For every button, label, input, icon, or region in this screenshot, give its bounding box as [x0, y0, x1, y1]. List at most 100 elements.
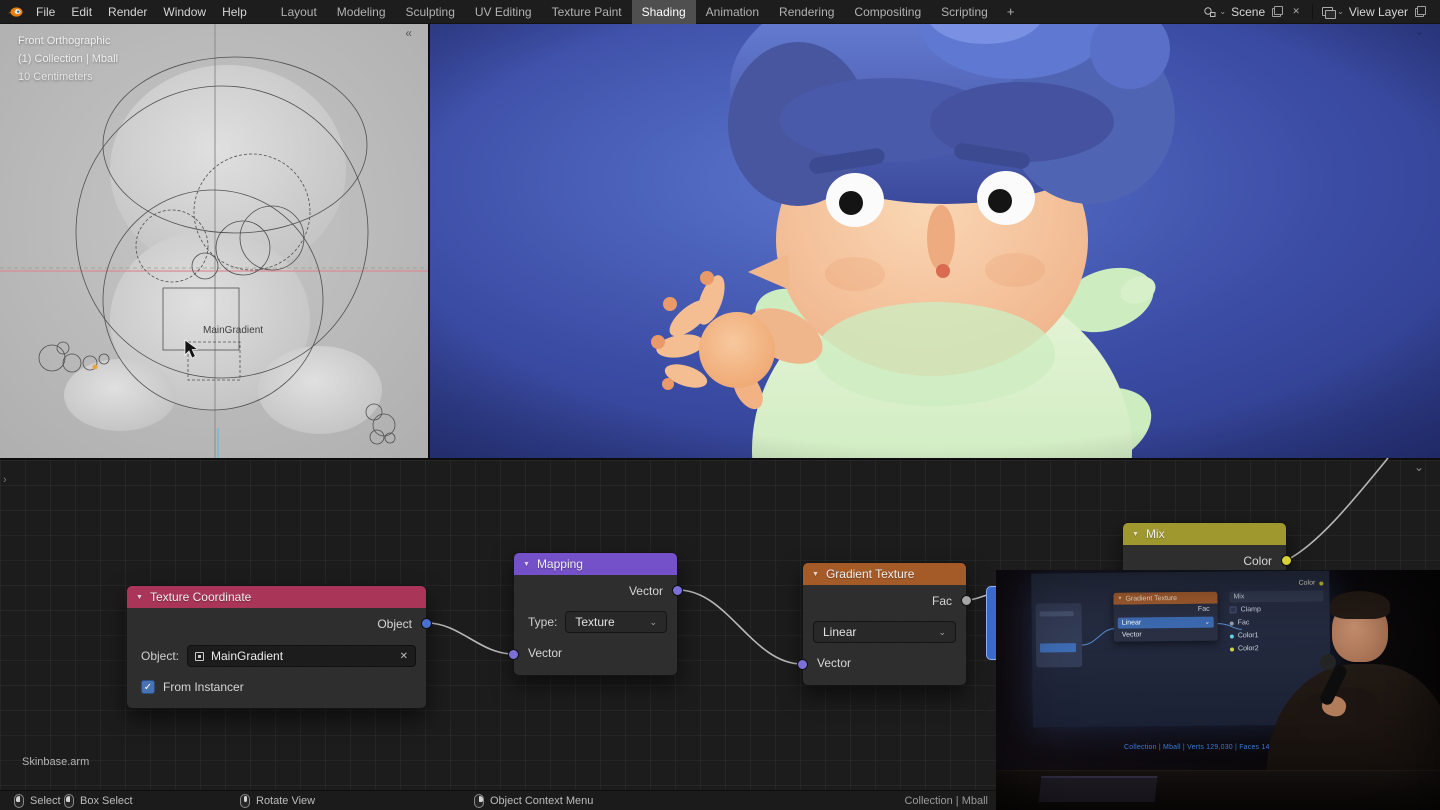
node-header[interactable]: ▼ Mapping — [514, 553, 677, 575]
socket-vector-input[interactable] — [508, 649, 519, 660]
viewport-3d-rendered[interactable]: ⌄ — [430, 24, 1440, 458]
socket-vector-output[interactable] — [672, 585, 683, 596]
wireframe-canvas — [0, 24, 428, 458]
menu-edit[interactable]: Edit — [63, 0, 100, 24]
tab-rendering[interactable]: Rendering — [769, 0, 844, 24]
node-title: Mapping — [537, 557, 583, 571]
status-hint-rotate-view: Rotate View — [240, 791, 315, 810]
status-hint-box-select: Box Select — [64, 791, 133, 810]
socket-color-output[interactable] — [1281, 555, 1292, 566]
object-name-label: MainGradient — [203, 325, 263, 336]
status-active-object: Collection | Mball — [904, 791, 988, 810]
viewport-header-text: Front Orthographic (1) Collection | Mbal… — [18, 32, 118, 86]
chevron-down-icon: ⌄ — [1219, 7, 1226, 16]
output-object-label: Object — [127, 608, 426, 640]
node-header[interactable]: ▼ Mix — [1123, 523, 1286, 545]
menu-render[interactable]: Render — [100, 0, 155, 24]
output-fac-label: Fac — [803, 585, 966, 617]
view-name: Front Orthographic — [18, 32, 118, 50]
socket-vector-input[interactable] — [797, 659, 808, 670]
node-editor-breadcrumb: Skinbase.arm — [22, 756, 89, 768]
scene-selector[interactable]: ⌄ Scene ✕ — [1196, 0, 1310, 24]
collapse-icon[interactable]: ▼ — [136, 594, 143, 601]
view-scale: 10 Centimeters — [18, 68, 118, 86]
status-hint-context-menu: Object Context Menu — [474, 791, 593, 810]
area-divider[interactable] — [428, 24, 430, 458]
scene-icon — [1203, 6, 1216, 18]
clear-object-icon[interactable]: ✕ — [400, 651, 408, 662]
menu-file[interactable]: File — [28, 0, 63, 24]
presenter-hair — [1330, 591, 1390, 619]
view-layer-icon — [1322, 6, 1334, 18]
tab-animation[interactable]: Animation — [696, 0, 769, 24]
chevron-down-icon[interactable]: ⌄ — [1414, 24, 1424, 38]
node-mapping[interactable]: ▼ Mapping Vector Type: Texture ⌄ Vector — [513, 552, 678, 676]
output-vector-label: Vector — [514, 575, 677, 607]
mouse-left-drag-icon — [64, 794, 74, 808]
input-vector-label: Vector — [803, 647, 966, 679]
active-collection: (1) Collection | Mball — [18, 50, 118, 68]
tab-texture-paint[interactable]: Texture Paint — [542, 0, 632, 24]
new-view-layer-button[interactable] — [1413, 5, 1427, 19]
copy-icon — [1272, 6, 1283, 17]
microphone-head — [1320, 654, 1336, 670]
tab-shading[interactable]: Shading — [632, 0, 696, 24]
collapse-icon[interactable]: ▼ — [523, 561, 530, 568]
status-hint-label: Box Select — [80, 795, 133, 807]
tab-uv-editing[interactable]: UV Editing — [465, 0, 542, 24]
socket-object-output[interactable] — [421, 618, 432, 629]
tab-layout[interactable]: Layout — [271, 0, 327, 24]
view-layer-selector[interactable]: ⌄ View Layer — [1315, 0, 1434, 24]
scene-name: Scene — [1231, 5, 1265, 19]
node-title: Texture Coordinate — [150, 590, 251, 604]
collapse-icon[interactable]: ▼ — [812, 571, 819, 578]
mouse-left-icon — [14, 794, 24, 808]
mapping-type-value: Texture — [575, 615, 614, 629]
blender-logo-svg — [7, 5, 23, 19]
object-field-label: Object: — [141, 649, 179, 663]
view-layer-name: View Layer — [1349, 5, 1408, 19]
collapse-icon[interactable]: ▼ — [1132, 531, 1139, 538]
collapse-chevrons-icon[interactable]: « — [405, 26, 412, 40]
menu-help[interactable]: Help — [214, 0, 255, 24]
node-texture-coordinate[interactable]: ▼ Texture Coordinate Object Object: Main… — [126, 585, 427, 709]
copy-icon — [1415, 6, 1426, 17]
check-icon: ✓ — [144, 682, 152, 693]
from-instancer-label: From Instancer — [163, 680, 244, 694]
socket-fac-output[interactable] — [961, 595, 972, 606]
laptop — [1039, 776, 1158, 802]
blender-logo-icon[interactable] — [7, 5, 23, 19]
mouse-right-icon — [474, 794, 484, 808]
viewport-3d-wireframe[interactable]: Front Orthographic (1) Collection | Mbal… — [0, 24, 428, 458]
mapping-type-dropdown[interactable]: Texture ⌄ — [565, 611, 667, 633]
from-instancer-row: ✓ From Instancer — [127, 672, 426, 702]
add-workspace-button[interactable]: + — [998, 0, 1024, 24]
interpolation-value: Linear — [823, 625, 856, 639]
interpolation-row: Linear ⌄ — [803, 617, 966, 647]
node-gradient-texture[interactable]: ▼ Gradient Texture Fac Linear ⌄ Vector — [802, 562, 967, 686]
blender-window: File Edit Render Window Help Layout Mode… — [0, 0, 1440, 810]
node-title: Gradient Texture — [826, 567, 915, 581]
top-bar: File Edit Render Window Help Layout Mode… — [0, 0, 1440, 24]
new-scene-button[interactable] — [1270, 5, 1284, 19]
type-label: Type: — [528, 615, 557, 629]
separator — [1312, 4, 1313, 20]
status-hint-label: Select — [30, 795, 61, 807]
chevron-down-icon: ⌄ — [1337, 7, 1344, 16]
tab-scripting[interactable]: Scripting — [931, 0, 998, 24]
unlink-scene-button[interactable]: ✕ — [1289, 5, 1303, 19]
from-instancer-checkbox[interactable]: ✓ — [141, 680, 155, 694]
interpolation-dropdown[interactable]: Linear ⌄ — [813, 621, 956, 643]
tab-sculpting[interactable]: Sculpting — [396, 0, 465, 24]
presenter-video-overlay: ▼ Gradient Texture Fac Linear ⌄ Vector C… — [996, 570, 1440, 810]
tab-compositing[interactable]: Compositing — [844, 0, 931, 24]
menu-window[interactable]: Window — [155, 0, 214, 24]
tab-modeling[interactable]: Modeling — [327, 0, 396, 24]
chevron-down-icon: ⌄ — [938, 627, 946, 638]
chevron-down-icon[interactable]: ⌄ — [1414, 460, 1424, 474]
node-header[interactable]: ▼ Gradient Texture — [803, 563, 966, 585]
object-field[interactable]: MainGradient ✕ — [187, 645, 416, 667]
region-toggle-icon[interactable]: › — [3, 474, 7, 486]
node-header[interactable]: ▼ Texture Coordinate — [127, 586, 426, 608]
type-row: Type: Texture ⌄ — [514, 607, 677, 637]
